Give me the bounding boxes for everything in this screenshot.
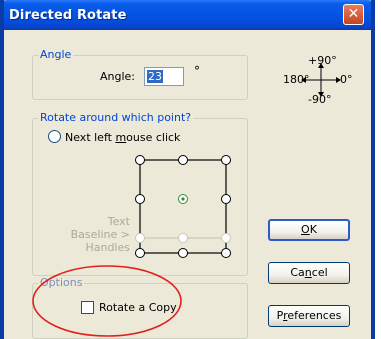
highlight-ellipse-annotation	[32, 265, 182, 337]
